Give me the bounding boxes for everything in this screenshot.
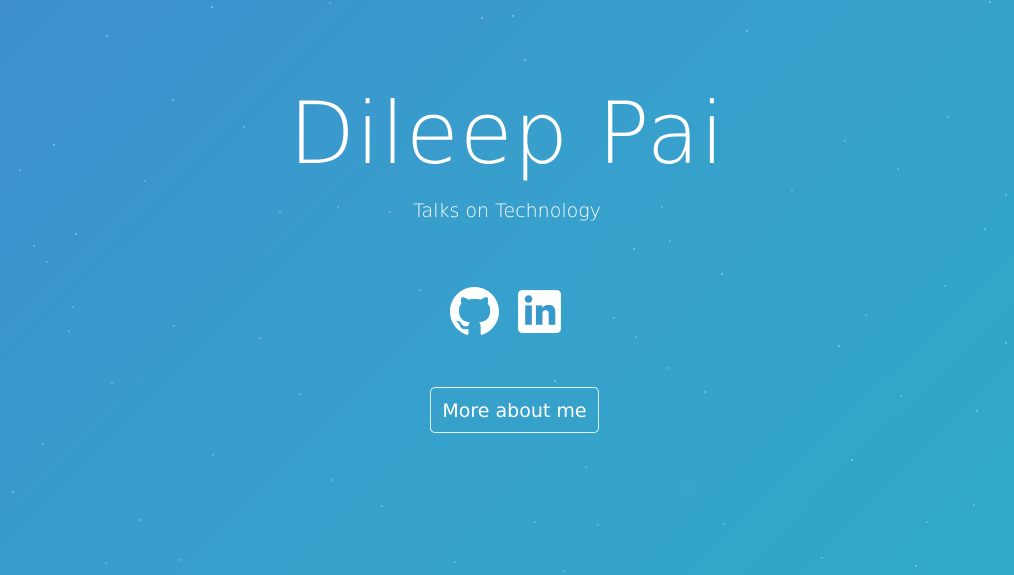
social-links [0, 287, 1014, 336]
page-title: Dileep Pai [288, 84, 726, 184]
github-icon [450, 287, 499, 335]
linkedin-icon [518, 290, 561, 333]
more-about-me-button[interactable]: More about me [430, 387, 599, 433]
page-subtitle: Talks on Technology [413, 200, 601, 222]
linkedin-link[interactable] [515, 287, 564, 336]
github-link[interactable] [450, 287, 499, 336]
hero-section: Dileep Pai Talks on Technology More abou… [0, 0, 1014, 575]
